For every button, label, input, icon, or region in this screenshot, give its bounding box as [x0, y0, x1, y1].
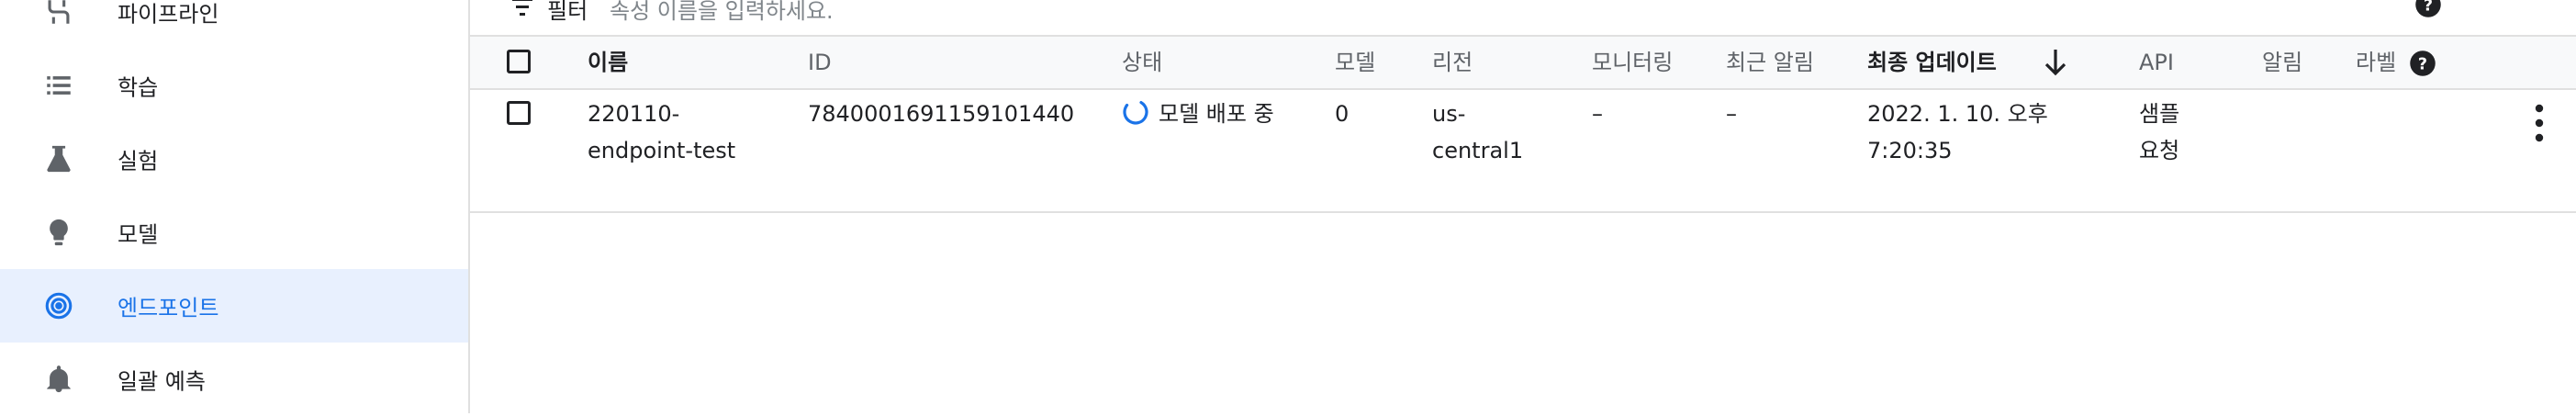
sidebar-item-experiments[interactable]: 실험 [0, 122, 468, 196]
recent-alerts-value: – [1726, 101, 1737, 127]
row-checkbox[interactable] [507, 101, 531, 125]
column-header-name[interactable]: 이름 [588, 44, 628, 81]
last-updated-line2: 7:20:35 [1867, 138, 1953, 163]
filter-input[interactable]: 속성 이름을 입력하세요. [610, 0, 834, 25]
help-icon[interactable]: ? [2414, 0, 2442, 18]
column-header-labels[interactable]: 라벨 [2356, 44, 2396, 81]
main-content: 필터 속성 이름을 입력하세요. ? 이름 ID 상태 모델 리전 모니터링 최… [470, 0, 2576, 413]
status-text: 모델 배포 중 [1159, 101, 1274, 127]
column-header-monitoring[interactable]: 모니터링 [1592, 44, 1673, 81]
models-count: 0 [1335, 101, 1350, 127]
sidebar-item-label: 모델 [118, 221, 159, 248]
svg-text:?: ? [2418, 55, 2427, 73]
api-sample-request-line2[interactable]: 요청 [2139, 132, 2179, 169]
column-header-api[interactable]: API [2139, 44, 2174, 81]
lightbulb-icon [40, 214, 77, 251]
sidebar-item-label: 일괄 예측 [118, 368, 206, 395]
sidebar-item-models[interactable]: 모델 [0, 196, 468, 269]
column-header-alerts[interactable]: 알림 [2262, 44, 2302, 81]
monitoring-value: – [1592, 101, 1603, 127]
endpoint-name-line2[interactable]: endpoint-test [588, 132, 735, 169]
column-header-region[interactable]: 리전 [1432, 44, 1473, 81]
column-header-models[interactable]: 모델 [1335, 44, 1375, 81]
bell-icon [40, 361, 77, 398]
filter-label: 필터 [547, 0, 588, 24]
sidebar-item-training[interactable]: 학습 [0, 49, 468, 122]
select-all-checkbox[interactable] [507, 50, 531, 73]
more-vert-icon[interactable] [2521, 97, 2558, 149]
sidebar-item-label: 엔드포인트 [118, 295, 219, 321]
filter-icon [512, 0, 532, 17]
labels-help-icon[interactable]: ? [2409, 50, 2436, 81]
svg-text:?: ? [2424, 0, 2433, 15]
sort-descending-icon[interactable] [2044, 48, 2067, 81]
table-row[interactable]: 220110- endpoint-test 784000169115910144… [470, 88, 2576, 213]
column-header-id[interactable]: ID [808, 44, 832, 81]
table-header-row: 이름 ID 상태 모델 리전 모니터링 최근 알림 최종 업데이트 API 알림… [470, 35, 2576, 90]
endpoint-id: 7840001691159101440 [808, 101, 1075, 127]
loading-spinner-icon [1122, 98, 1149, 126]
sidebar-item-label: 실험 [118, 148, 159, 174]
pipeline-icon [40, 0, 77, 30]
column-header-recent-alerts[interactable]: 최근 알림 [1726, 44, 1814, 81]
column-header-last-updated[interactable]: 최종 업데이트 [1867, 44, 1997, 81]
region-line1: us- [1432, 101, 1466, 127]
endpoint-name-line1[interactable]: 220110- [588, 96, 679, 132]
endpoint-icon [40, 287, 77, 324]
last-updated-line1: 2022. 1. 10. 오후 [1867, 101, 2048, 127]
sidebar-item-label: 학습 [118, 74, 159, 101]
sidebar-item-endpoints[interactable]: 엔드포인트 [0, 269, 468, 343]
list-icon [40, 67, 77, 104]
filter-bar[interactable]: 필터 속성 이름을 입력하세요. ? [470, 0, 2576, 35]
sidebar-item-batch-predictions[interactable]: 일괄 예측 [0, 343, 468, 416]
region-line2: central1 [1432, 138, 1524, 163]
status-cell: 모델 배포 중 [1122, 96, 1274, 132]
sidebar-item-pipelines[interactable]: 파이프라인 [0, 0, 468, 49]
sidebar: 파이프라인 학습 실험 모델 엔드포인트 일괄 예측 [0, 0, 470, 413]
sidebar-item-label: 파이프라인 [118, 1, 219, 28]
api-sample-request-line1[interactable]: 샘플 [2139, 96, 2179, 132]
flask-icon [40, 141, 77, 177]
column-header-status[interactable]: 상태 [1122, 44, 1162, 81]
